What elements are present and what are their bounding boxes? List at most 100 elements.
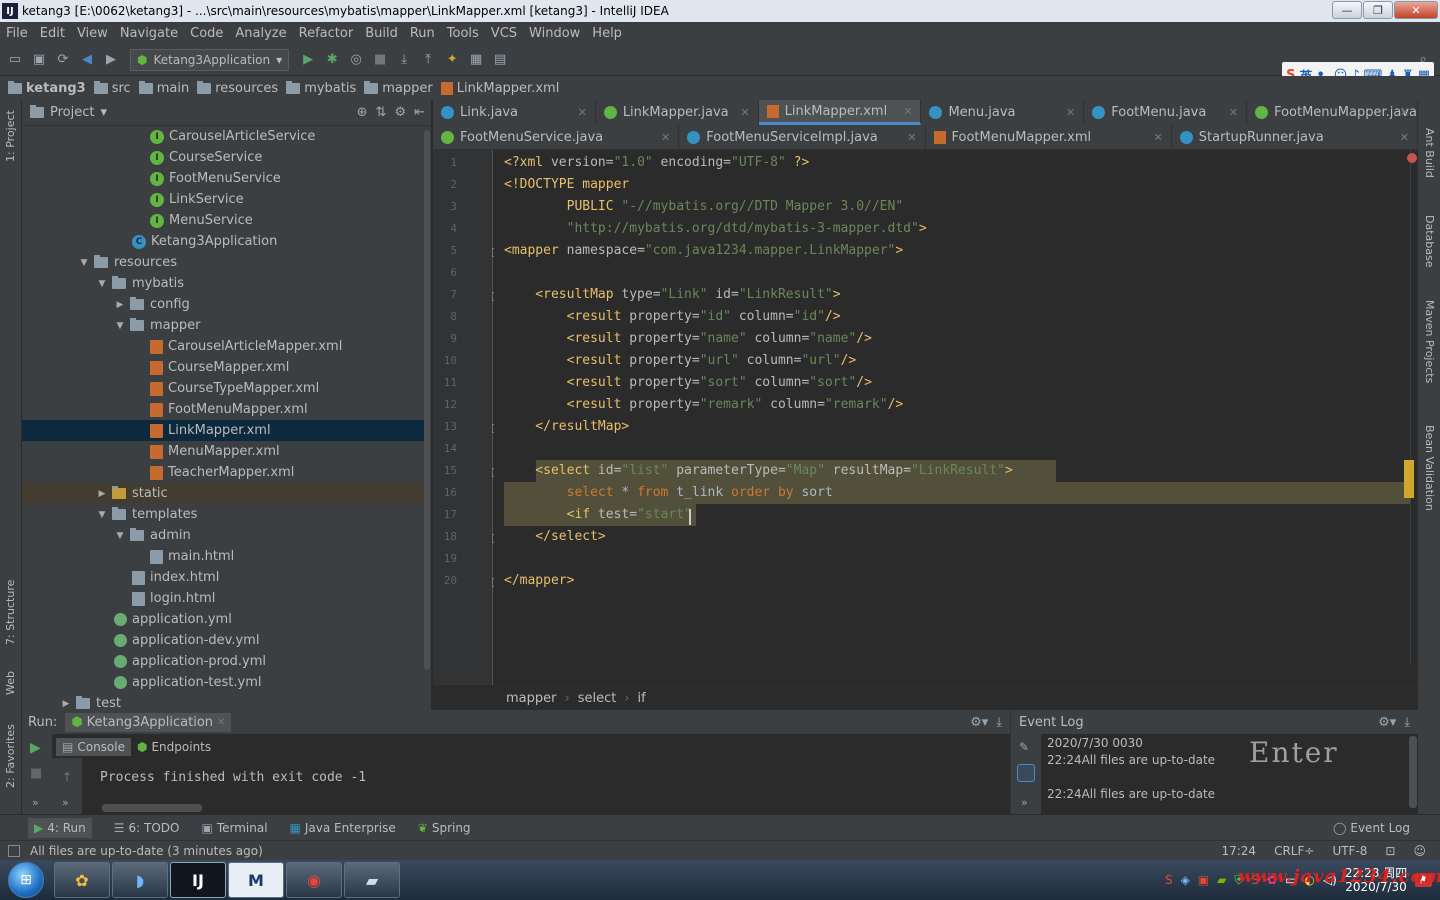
tab-footmenuserviceimpl-java[interactable]: FootMenuServiceImpl.java ✕	[679, 125, 926, 149]
tool-tab-terminal[interactable]: ▣ Terminal	[201, 821, 267, 835]
stop-icon[interactable]: ■	[30, 766, 42, 781]
menu-run[interactable]: Run	[404, 26, 441, 41]
back-icon[interactable]: ◀	[78, 51, 96, 69]
tab-footmenuservice-java[interactable]: FootMenuService.java ✕	[433, 125, 680, 149]
error-indicator-icon[interactable]	[1407, 153, 1417, 163]
hide-panel-icon[interactable]: ⇤	[414, 105, 425, 120]
tree-item[interactable]: I CourseService	[22, 147, 426, 168]
maximize-button[interactable]: ❐	[1363, 1, 1393, 19]
hide-panel-icon[interactable]: ⤓	[1396, 715, 1418, 730]
antivirus-tray-icon[interactable]: ▣	[1198, 873, 1209, 887]
breadcrumb-mapper[interactable]: mapper	[506, 691, 556, 706]
tab-console[interactable]: ▤ Console	[56, 738, 131, 756]
menu-build[interactable]: Build	[359, 26, 404, 41]
status-message[interactable]: All files are up-to-date (3 minutes ago)	[30, 844, 263, 858]
minimize-button[interactable]: —	[1332, 1, 1362, 19]
code-editor[interactable]: <?xml version="1.0" encoding="UTF-8" ?> …	[494, 150, 1410, 685]
menu-window[interactable]: Window	[523, 26, 586, 41]
build-icon[interactable]: ⤓	[395, 51, 413, 69]
taskbar-intellij-icon[interactable]: IJ	[170, 862, 226, 898]
tree-folder[interactable]: ▼ admin	[22, 525, 426, 546]
tree-item[interactable]: main.html	[22, 546, 426, 567]
menu-tools[interactable]: Tools	[441, 26, 485, 41]
tree-item[interactable]: I MenuService	[22, 210, 426, 231]
tree-folder[interactable]: ▼ resources	[22, 252, 426, 273]
nav-crumb-main[interactable]: main	[138, 80, 197, 96]
sogou-tray-icon[interactable]: S	[1165, 873, 1173, 887]
tree-item[interactable]: I LinkService	[22, 189, 426, 210]
nav-crumb-file[interactable]: LinkMapper.xml	[440, 81, 568, 96]
taskbar-media-icon[interactable]: ◗	[112, 862, 168, 898]
tree-item[interactable]: I FootMenuService	[22, 168, 426, 189]
close-icon[interactable]: ✕	[1154, 131, 1163, 144]
bean-validation-tool-tab[interactable]: Bean Validation	[1423, 425, 1436, 511]
nav-crumb-resources[interactable]: resources	[197, 80, 286, 96]
run-icon[interactable]: ▶	[299, 51, 317, 69]
editor-gutter[interactable]: 1 2 3 4 5 6 7 8 9 10 11 12 13 14 15 16 1…	[433, 150, 501, 685]
tool-tab-todo[interactable]: ☰ 6: TODO	[114, 821, 180, 835]
event-log-scrollbar[interactable]	[1409, 736, 1417, 808]
tool-tab-spring[interactable]: ❦ Spring	[418, 821, 471, 835]
close-icon[interactable]: ✕	[903, 105, 912, 118]
start-button-icon[interactable]: ⊞	[8, 862, 44, 898]
nav-crumb-mybatis[interactable]: mybatis	[286, 80, 364, 96]
ant-build-tool-tab[interactable]: Ant Build	[1423, 128, 1436, 178]
tree-item[interactable]: CourseTypeMapper.xml	[22, 378, 426, 399]
more-icon[interactable]: »	[1021, 796, 1028, 809]
tree-folder[interactable]: ▼ templates	[22, 504, 426, 525]
tab-footmenumapper-java[interactable]: FootMenuMapper.java ✕	[1247, 100, 1418, 125]
stop-icon[interactable]: ■	[371, 51, 389, 69]
breadcrumb-if[interactable]: if	[638, 691, 646, 706]
menu-analyze[interactable]: Analyze	[229, 26, 292, 41]
mark-read-icon[interactable]	[1017, 764, 1035, 782]
tree-folder[interactable]: ▶ test	[22, 693, 426, 710]
lock-icon[interactable]: ⊡	[1385, 844, 1395, 858]
tree-item[interactable]: FootMenuMapper.xml	[22, 399, 426, 420]
taskbar-chrome-icon[interactable]: ◉	[286, 862, 342, 898]
chevron-down-icon[interactable]: ▾	[100, 105, 107, 120]
update-running-icon[interactable]: ⤒	[419, 51, 437, 69]
tree-item[interactable]: application-test.yml	[22, 672, 426, 693]
collapse-all-icon[interactable]: ⇅	[376, 105, 387, 120]
close-button[interactable]: ✕	[1394, 1, 1438, 19]
tree-folder[interactable]: ▼ mybatis	[22, 273, 426, 294]
close-icon[interactable]: ✕	[907, 131, 916, 144]
close-icon[interactable]: ✕	[217, 717, 225, 728]
tool-tab-event-log[interactable]: ◯ Event Log	[1333, 821, 1440, 835]
tree-item[interactable]: application.yml	[22, 609, 426, 630]
tab-footmenu-java[interactable]: FootMenu.java ✕	[1084, 100, 1248, 125]
menu-code[interactable]: Code	[184, 26, 229, 41]
tree-item[interactable]: C Ketang3Application	[22, 231, 426, 252]
scroll-up-icon[interactable]: ↑	[62, 770, 72, 784]
synchronize-icon[interactable]: ⟳	[54, 51, 72, 69]
forward-icon[interactable]: ▶	[102, 51, 120, 69]
tool-tab-run[interactable]: ▶ 4: Run	[28, 817, 92, 838]
close-icon[interactable]: ✕	[1229, 106, 1238, 119]
database-tool-tab[interactable]: Database	[1423, 215, 1436, 268]
tree-item[interactable]: CarouselArticleMapper.xml	[22, 336, 426, 357]
breadcrumb-select[interactable]: select	[578, 691, 617, 706]
scrollbar-highlight-marker[interactable]	[1404, 460, 1414, 498]
caret-position[interactable]: 17:24	[1221, 844, 1256, 858]
tree-item[interactable]: index.html	[22, 567, 426, 588]
gear-icon[interactable]: ⚙▾	[970, 715, 988, 730]
close-icon[interactable]: ✕	[1400, 131, 1409, 144]
project-panel-title[interactable]: Project	[50, 105, 94, 120]
menu-navigate[interactable]: Navigate	[114, 26, 184, 41]
tree-item[interactable]: application-prod.yml	[22, 651, 426, 672]
tab-endpoints[interactable]: ⬢ Endpoints	[131, 738, 217, 756]
open-folder-icon[interactable]: ▭	[6, 51, 24, 69]
tree-item[interactable]: I CarouselArticleService	[22, 126, 426, 147]
close-icon[interactable]: ✕	[578, 106, 587, 119]
tree-item[interactable]: MenuMapper.xml	[22, 441, 426, 462]
nav-crumb-project[interactable]: ketang3	[8, 80, 94, 96]
rerun-icon[interactable]: ▶	[30, 740, 41, 756]
project-scrollbar[interactable]	[424, 130, 430, 670]
menu-help[interactable]: Help	[586, 26, 628, 41]
taskbar-explorer-icon[interactable]: ✿	[54, 862, 110, 898]
more-icon[interactable]: »	[32, 796, 39, 809]
tab-linkmapper-xml[interactable]: LinkMapper.xml ✕	[758, 100, 922, 125]
status-toggle-icon[interactable]	[8, 844, 20, 857]
debug-icon[interactable]: ✱	[323, 51, 341, 69]
tree-folder[interactable]: ▶ static	[22, 483, 426, 504]
